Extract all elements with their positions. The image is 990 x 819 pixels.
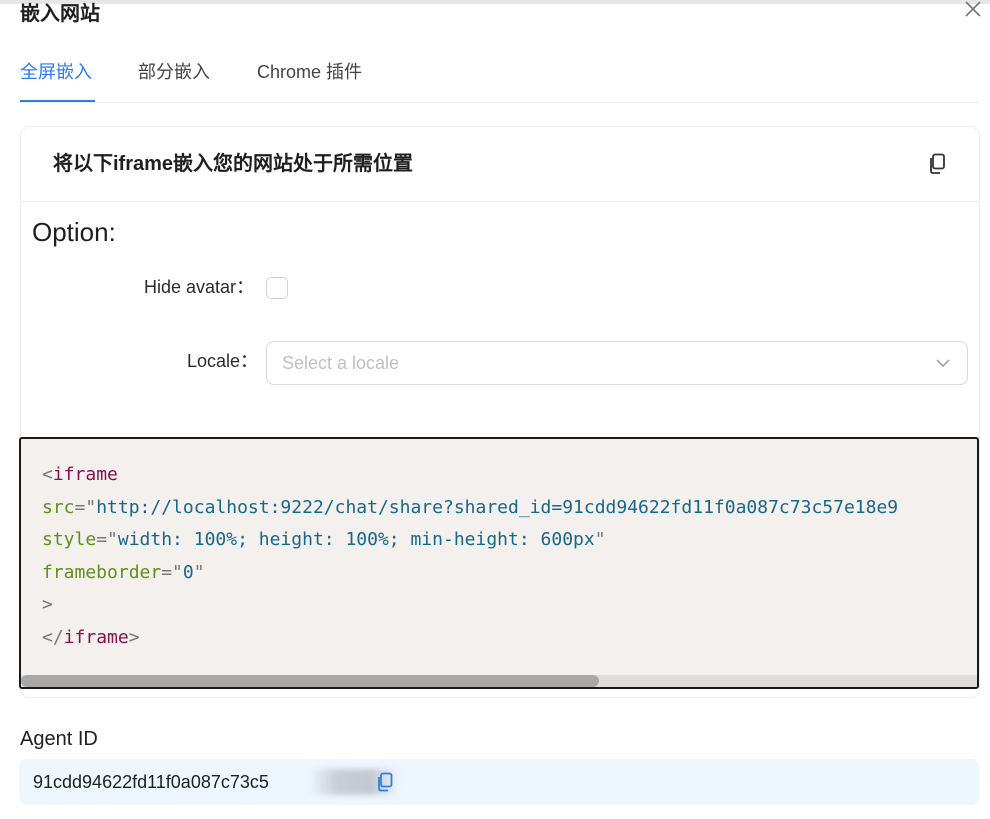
agent-id-label: Agent ID	[20, 728, 98, 750]
locale-placeholder: Select a locale	[282, 353, 400, 373]
tab-partial-embed[interactable]: 部分嵌入	[138, 60, 210, 84]
tab-chrome-extension[interactable]: Chrome 插件	[257, 60, 362, 84]
locale-label: Locale	[187, 351, 241, 371]
code-text: <iframe src="http://localhost:9222/chat/…	[42, 464, 899, 648]
top-border	[0, 0, 990, 4]
close-icon-glyph	[965, 1, 981, 17]
hide-avatar-label: Hide avatar	[144, 277, 237, 297]
label-colon: ：	[236, 277, 255, 297]
embed-tabs: 全屏嵌入 部分嵌入 Chrome 插件	[20, 56, 978, 103]
iframe-code-block[interactable]: <iframe src="http://localhost:9222/chat/…	[19, 437, 979, 689]
option-heading: Option:	[32, 217, 116, 247]
card-title: 将以下iframe嵌入您的网站处于所需位置	[53, 153, 414, 175]
card-header: 将以下iframe嵌入您的网站处于所需位置	[21, 127, 979, 202]
copy-icon-glyph	[378, 772, 393, 792]
copy-icon[interactable]	[927, 153, 947, 175]
modal-title: 嵌入网站	[20, 3, 100, 25]
close-icon[interactable]	[962, 0, 984, 22]
locale-select[interactable]: Select a locale	[266, 341, 968, 385]
copy-icon[interactable]	[376, 772, 394, 792]
label-colon: ：	[240, 351, 259, 371]
agent-id-value: 91cdd94622fd11f0a087c73c5	[33, 772, 269, 792]
copy-icon-glyph	[930, 153, 945, 174]
active-tab-indicator	[20, 100, 95, 102]
hide-avatar-checkbox[interactable]	[266, 277, 288, 299]
horizontal-scrollbar-thumb[interactable]	[21, 675, 599, 687]
agent-id-box: 91cdd94622fd11f0a087c73c5	[19, 759, 979, 805]
tab-fullscreen-embed[interactable]: 全屏嵌入	[20, 60, 92, 84]
locale-label-row: Locale：	[187, 349, 258, 373]
hide-avatar-label-row: Hide avatar：	[144, 275, 254, 299]
chevron-down-icon	[936, 359, 950, 368]
